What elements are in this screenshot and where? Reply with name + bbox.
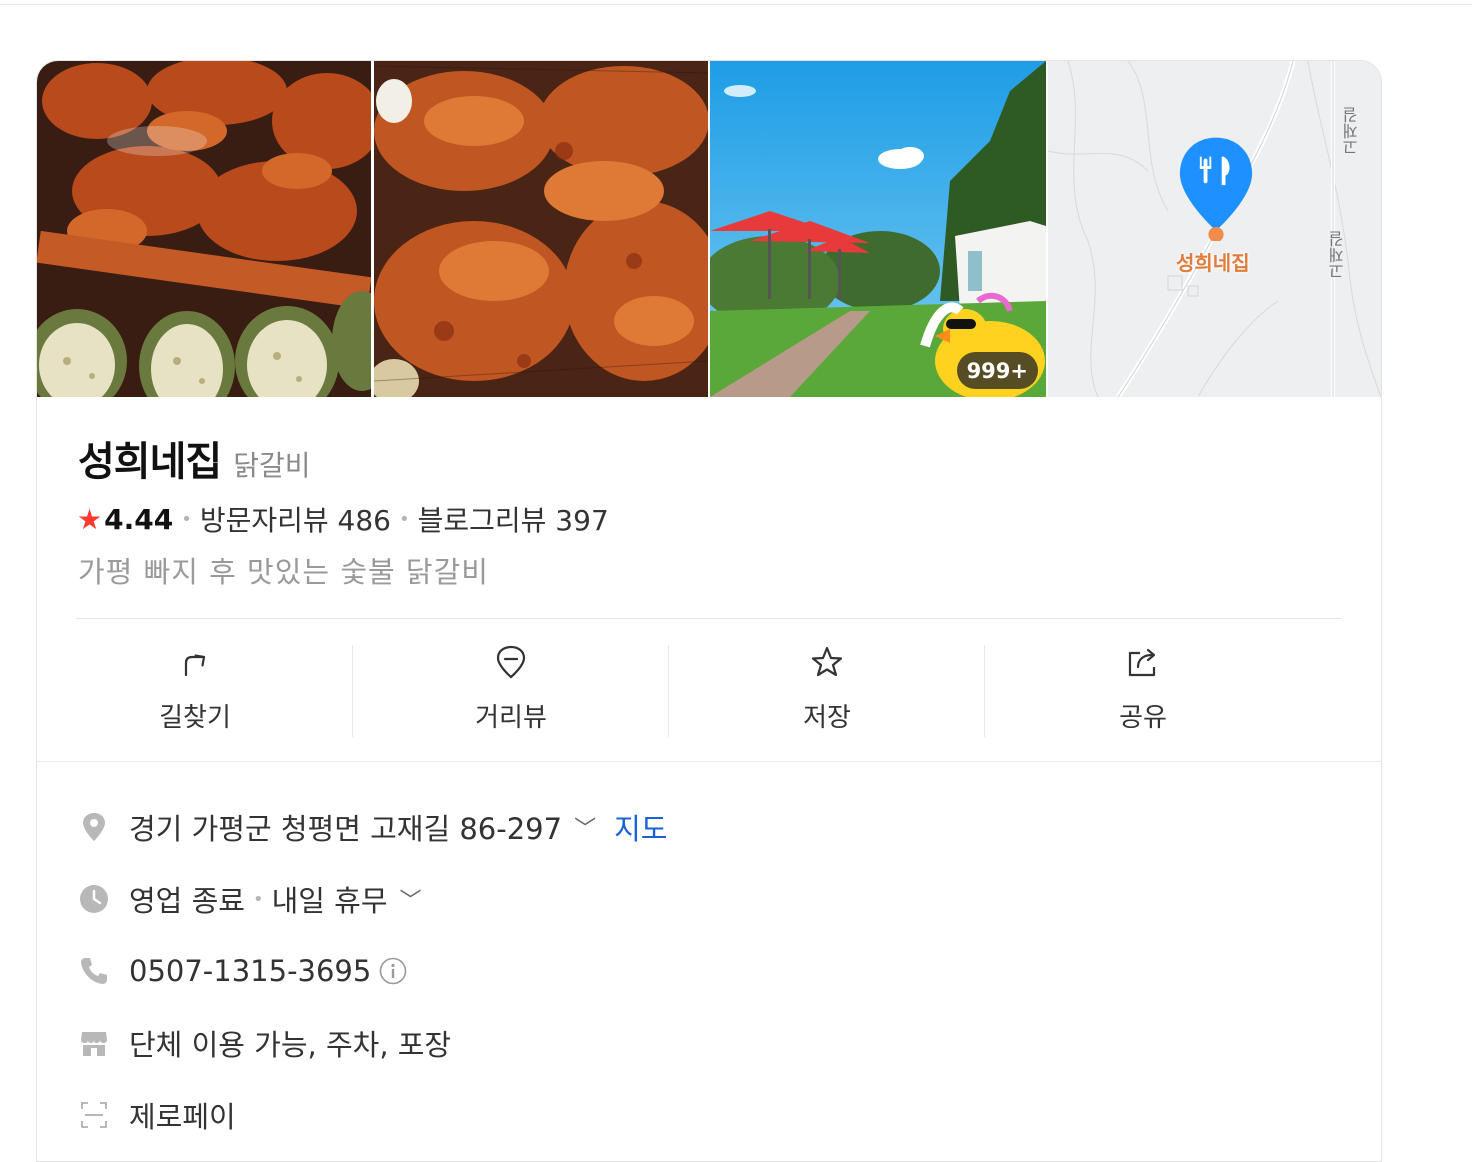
place-category: 닭갈비 bbox=[233, 449, 311, 482]
directions-button[interactable]: 길찾기 bbox=[37, 645, 353, 737]
address-row[interactable]: 경기 가평군 청평면 고재길 86-297 ﹀ 지도 bbox=[79, 791, 667, 863]
hours-status: 영업 종료 bbox=[129, 884, 245, 918]
star-outline-icon bbox=[811, 646, 843, 677]
address-text: 경기 가평군 청평면 고재길 86-297 bbox=[129, 812, 563, 846]
map-link[interactable]: 지도 bbox=[614, 806, 667, 848]
phone-icon bbox=[81, 958, 107, 984]
map-pin-icon bbox=[1179, 137, 1253, 241]
top-rule bbox=[0, 4, 1472, 5]
directions-label: 길찾기 bbox=[159, 703, 231, 733]
photo-garden-exterior[interactable]: 999+ bbox=[710, 61, 1046, 397]
street-view-label: 거리뷰 bbox=[475, 703, 547, 733]
photo-count-badge[interactable]: 999+ bbox=[956, 352, 1038, 389]
map-road-label: 고재길 bbox=[1328, 231, 1347, 279]
clock-icon bbox=[80, 885, 108, 913]
share-icon bbox=[1128, 648, 1156, 677]
location-marker-icon bbox=[83, 813, 105, 841]
amenities-row: 단체 이용 가능, 주차, 포장 bbox=[79, 1007, 667, 1079]
phone-row[interactable]: 0507-1315-3695 bbox=[79, 935, 667, 1007]
chevron-down-icon[interactable]: ﹀ bbox=[400, 883, 422, 915]
place-description: 가평 빠지 후 맛있는 숯불 닭갈비 bbox=[78, 555, 489, 589]
phone-number[interactable]: 0507-1315-3695 bbox=[129, 954, 371, 988]
separator-dot: • bbox=[181, 508, 192, 530]
hours-next: 내일 휴무 bbox=[271, 884, 388, 918]
payment-row: 제로페이 bbox=[79, 1079, 667, 1151]
map-road-label: 고재길 bbox=[1342, 107, 1361, 155]
info-list: 경기 가평군 청평면 고재길 86-297 ﹀ 지도 영업 종료 • 내일 휴무… bbox=[79, 791, 667, 1151]
separator-dot: • bbox=[252, 888, 264, 910]
map-place-label: 성희네집 bbox=[1176, 251, 1250, 275]
rating-value: 4.44 bbox=[104, 502, 174, 536]
photo-grilled-chicken-2[interactable] bbox=[374, 61, 708, 397]
blog-review-link[interactable]: 블로그리뷰 397 bbox=[418, 499, 609, 539]
street-view-button[interactable]: 거리뷰 bbox=[353, 645, 669, 737]
title-row: 성희네집 닭갈비 bbox=[78, 429, 310, 487]
place-name[interactable]: 성희네집 bbox=[78, 429, 222, 487]
save-label: 저장 bbox=[803, 703, 851, 733]
divider bbox=[76, 618, 1341, 619]
star-icon: ★ bbox=[77, 502, 103, 536]
save-button[interactable]: 저장 bbox=[669, 645, 985, 737]
photo-gallery: 999+ 성희네집 고재길 고재길 bbox=[37, 61, 1381, 397]
amenities-text: 단체 이용 가능, 주차, 포장 bbox=[129, 1028, 452, 1062]
turn-arrow-icon bbox=[184, 654, 206, 677]
rating-row: ★ 4.44 • 방문자리뷰 486 • 블로그리뷰 397 bbox=[77, 499, 609, 539]
location-pin-icon bbox=[496, 645, 526, 679]
place-card: 999+ 성희네집 고재길 고재길 성희네집 닭갈비 ★ 4.44 • 방문자리… bbox=[36, 60, 1382, 1162]
map-thumbnail[interactable]: 성희네집 고재길 고재길 bbox=[1048, 61, 1381, 397]
hours-row[interactable]: 영업 종료 • 내일 휴무 ﹀ bbox=[79, 863, 667, 935]
photo-grilled-chicken-1[interactable] bbox=[37, 61, 371, 397]
store-icon bbox=[81, 1032, 107, 1056]
action-bar: 길찾기 거리뷰 저장 공유 bbox=[37, 645, 1381, 737]
share-label: 공유 bbox=[1119, 703, 1167, 733]
visitor-review-link[interactable]: 방문자리뷰 486 bbox=[200, 499, 391, 539]
info-icon[interactable] bbox=[379, 957, 407, 985]
separator-dot: • bbox=[398, 508, 410, 530]
chevron-down-icon[interactable]: ﹀ bbox=[574, 811, 596, 843]
share-button[interactable]: 공유 bbox=[985, 645, 1301, 737]
section-divider bbox=[37, 761, 1381, 762]
scan-pay-icon bbox=[81, 1102, 107, 1128]
payment-text: 제로페이 bbox=[129, 1100, 236, 1134]
